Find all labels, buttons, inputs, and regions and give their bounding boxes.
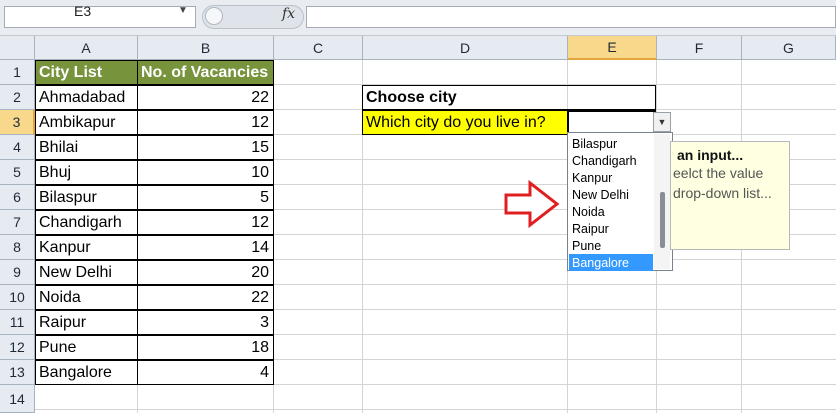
table-cell-city[interactable]: Bangalore bbox=[35, 360, 138, 385]
row-header-10[interactable]: 10 bbox=[0, 285, 35, 310]
row-header-9[interactable]: 9 bbox=[0, 260, 35, 285]
row-header-14[interactable]: 14 bbox=[0, 385, 35, 413]
table-cell-vacancies[interactable]: 22 bbox=[137, 85, 274, 110]
tooltip-title: an input... bbox=[677, 147, 744, 163]
chevron-down-icon[interactable]: ▼ bbox=[653, 112, 671, 132]
insert-function-icon[interactable]: fx bbox=[282, 6, 295, 22]
column-header-f[interactable]: F bbox=[657, 36, 742, 60]
table-cell-city[interactable]: Kanpur bbox=[35, 235, 138, 260]
table-header-vacancies[interactable]: No. of Vacancies bbox=[137, 60, 274, 85]
tooltip-line: drop-down list... bbox=[673, 185, 772, 201]
table-cell-city[interactable]: Ambikapur bbox=[35, 110, 138, 135]
row-header-4[interactable]: 4 bbox=[0, 135, 35, 160]
formula-input[interactable] bbox=[306, 6, 836, 28]
dropdown-item[interactable]: Chandigarh bbox=[569, 152, 653, 169]
table-cell-vacancies[interactable]: 18 bbox=[137, 335, 274, 360]
table-cell-vacancies[interactable]: 3 bbox=[137, 310, 274, 335]
choose-city-title[interactable]: Choose city bbox=[362, 85, 656, 110]
formula-bar-toggle[interactable] bbox=[205, 7, 223, 25]
table-cell-vacancies[interactable]: 4 bbox=[137, 360, 274, 385]
dropdown-item[interactable]: Noida bbox=[569, 203, 653, 220]
table-cell-vacancies[interactable]: 20 bbox=[137, 260, 274, 285]
dropdown-item[interactable]: Pune bbox=[569, 237, 653, 254]
table-cell-city[interactable]: New Delhi bbox=[35, 260, 138, 285]
row-header-12[interactable]: 12 bbox=[0, 335, 35, 360]
name-box[interactable] bbox=[4, 6, 196, 28]
red-arrow-icon bbox=[504, 179, 560, 229]
table-header-city[interactable]: City List bbox=[35, 60, 138, 85]
tooltip-line: eelct the value bbox=[673, 165, 764, 181]
dropdown-item[interactable]: Bilaspur bbox=[569, 135, 653, 152]
table-cell-vacancies[interactable]: 12 bbox=[137, 110, 274, 135]
table-cell-city[interactable]: Bilaspur bbox=[35, 185, 138, 210]
scrollbar-thumb[interactable] bbox=[660, 192, 665, 248]
table-cell-city[interactable]: Ahmadabad bbox=[35, 85, 138, 110]
table-cell-city[interactable]: Bhilai bbox=[35, 135, 138, 160]
row-header-7[interactable]: 7 bbox=[0, 210, 35, 235]
row-header-11[interactable]: 11 bbox=[0, 310, 35, 335]
table-cell-city[interactable]: Chandigarh bbox=[35, 210, 138, 235]
column-header-d[interactable]: D bbox=[363, 36, 568, 60]
row-header-1[interactable]: 1 bbox=[0, 60, 35, 85]
dropdown-item[interactable]: New Delhi bbox=[569, 186, 653, 203]
column-header-b[interactable]: B bbox=[138, 36, 274, 60]
table-cell-city[interactable]: Pune bbox=[35, 335, 138, 360]
dropdown-item[interactable]: Kanpur bbox=[569, 169, 653, 186]
select-all-corner[interactable] bbox=[0, 36, 35, 60]
name-box-value: E3 bbox=[74, 3, 92, 19]
table-cell-vacancies[interactable]: 22 bbox=[137, 285, 274, 310]
row-header-8[interactable]: 8 bbox=[0, 235, 35, 260]
table-cell-vacancies[interactable]: 15 bbox=[137, 135, 274, 160]
dropdown-item[interactable]: Raipur bbox=[569, 220, 653, 237]
table-cell-city[interactable]: Raipur bbox=[35, 310, 138, 335]
table-cell-vacancies[interactable]: 10 bbox=[137, 160, 274, 185]
gridline bbox=[35, 409, 836, 410]
column-header-c[interactable]: C bbox=[274, 36, 363, 60]
row-header-5[interactable]: 5 bbox=[0, 160, 35, 185]
row-header-2[interactable]: 2 bbox=[0, 85, 35, 110]
table-cell-city[interactable]: Bhuj bbox=[35, 160, 138, 185]
name-box-dropdown-icon[interactable]: ▼ bbox=[178, 5, 188, 16]
table-cell-vacancies[interactable]: 14 bbox=[137, 235, 274, 260]
table-cell-vacancies[interactable]: 5 bbox=[137, 185, 274, 210]
row-header-6[interactable]: 6 bbox=[0, 185, 35, 210]
dropdown-item-selected[interactable]: Bangalore bbox=[569, 254, 653, 271]
row-header-3[interactable]: 3 bbox=[0, 110, 35, 135]
column-header-a[interactable]: A bbox=[35, 36, 138, 60]
table-cell-city[interactable]: Noida bbox=[35, 285, 138, 310]
table-cell-vacancies[interactable]: 12 bbox=[137, 210, 274, 235]
column-header-g[interactable]: G bbox=[742, 36, 836, 60]
city-question[interactable]: Which city do you live in? bbox=[362, 110, 568, 135]
row-header-13[interactable]: 13 bbox=[0, 360, 35, 385]
column-header-e[interactable]: E bbox=[568, 36, 657, 60]
